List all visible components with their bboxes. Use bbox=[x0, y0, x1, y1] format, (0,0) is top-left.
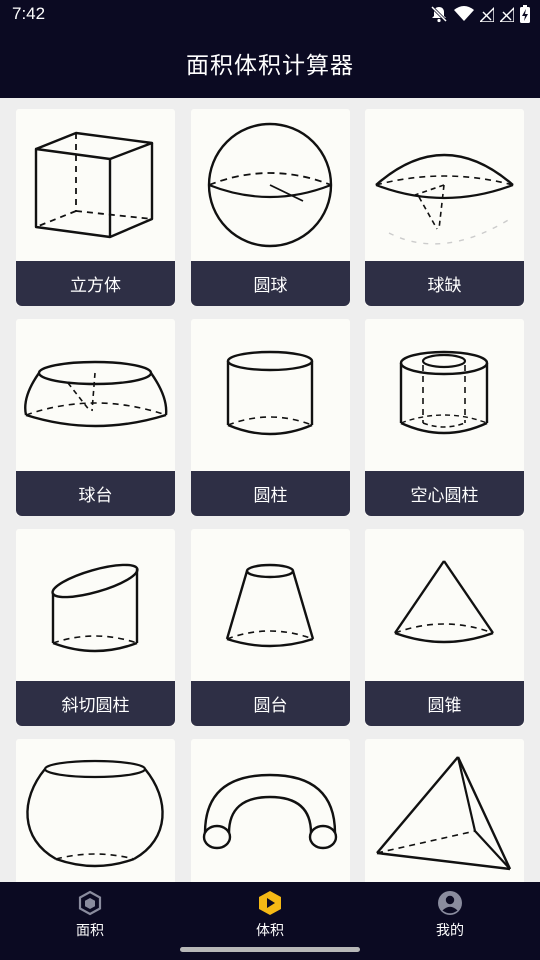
nav-item-mine[interactable]: 我的 bbox=[360, 882, 540, 944]
nav-label: 面积 bbox=[76, 923, 104, 939]
signal-icon bbox=[480, 7, 494, 22]
notifications-off-icon bbox=[430, 5, 448, 23]
shape-card-tetrahedron[interactable] bbox=[365, 739, 524, 882]
cylinder-icon bbox=[191, 319, 350, 471]
shape-card-label: 圆球 bbox=[191, 261, 350, 306]
status-time: 7:42 bbox=[12, 4, 46, 23]
app-header: 面积体积计算器 bbox=[0, 28, 540, 98]
cone-frustum-icon bbox=[191, 529, 350, 681]
shape-card-cylinder[interactable]: 圆柱 bbox=[191, 319, 350, 516]
user-icon bbox=[438, 891, 462, 915]
cone-icon bbox=[365, 529, 524, 681]
hexagon-icon bbox=[78, 890, 102, 916]
page-title: 面积体积计算器 bbox=[186, 53, 354, 79]
hollow-cylinder-icon bbox=[365, 319, 524, 471]
tetrahedron-icon bbox=[365, 739, 524, 882]
shape-card-oblique-cylinder[interactable]: 斜切圆柱 bbox=[16, 529, 175, 726]
shape-card-label: 斜切圆柱 bbox=[16, 681, 175, 726]
shape-card-label: 空心圆柱 bbox=[365, 471, 524, 516]
wifi-icon bbox=[454, 6, 474, 21]
volume-play-icon bbox=[259, 891, 281, 915]
oblique-cylinder-icon bbox=[16, 529, 175, 681]
signal-2-icon bbox=[500, 7, 514, 22]
shape-card-label: 立方体 bbox=[16, 261, 175, 306]
shape-card-spherical-frustum[interactable]: 球台 bbox=[16, 319, 175, 516]
shape-card-barrel[interactable] bbox=[16, 739, 175, 882]
shape-card-hollow-cylinder[interactable]: 空心圆柱 bbox=[365, 319, 524, 516]
nav-label: 体积 bbox=[256, 923, 284, 939]
nav-item-area[interactable]: 面积 bbox=[0, 882, 180, 944]
status-icons bbox=[430, 5, 530, 23]
shape-card-label: 圆柱 bbox=[191, 471, 350, 516]
shape-card-label: 圆台 bbox=[191, 681, 350, 726]
status-bar: 7:42 bbox=[0, 0, 540, 28]
spherical-frustum-icon bbox=[16, 319, 175, 471]
nav-item-volume[interactable]: 体积 bbox=[180, 882, 360, 944]
home-indicator[interactable] bbox=[180, 947, 360, 952]
shape-card-sphere[interactable]: 圆球 bbox=[191, 109, 350, 306]
shape-card-label: 球缺 bbox=[365, 261, 524, 306]
shape-card-spherical-cap[interactable]: 球缺 bbox=[365, 109, 524, 306]
shape-card-cube[interactable]: 立方体 bbox=[16, 109, 175, 306]
shape-card-torus[interactable] bbox=[191, 739, 350, 882]
nav-label: 我的 bbox=[436, 923, 464, 939]
shape-card-label: 圆锥 bbox=[365, 681, 524, 726]
shape-card-cone-frustum[interactable]: 圆台 bbox=[191, 529, 350, 726]
shape-card-cone[interactable]: 圆锥 bbox=[365, 529, 524, 726]
battery-icon bbox=[520, 5, 530, 23]
cube-icon bbox=[16, 109, 175, 261]
sphere-icon bbox=[191, 109, 350, 261]
barrel-icon bbox=[16, 739, 175, 882]
shape-grid: 立方体 圆球 球缺 球台 圆柱 空心圆柱 斜切圆柱 圆台 圆锥 bbox=[0, 98, 540, 882]
spherical-cap-icon bbox=[365, 109, 524, 261]
shape-card-label: 球台 bbox=[16, 471, 175, 516]
torus-icon bbox=[191, 739, 350, 882]
